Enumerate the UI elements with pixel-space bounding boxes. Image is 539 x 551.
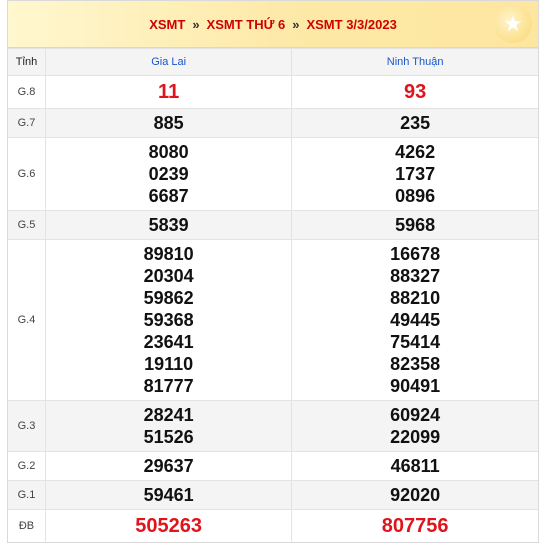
breadcrumb: XSMT » XSMT THỨ 6 » XSMT 3/3/2023 ★ — [8, 1, 538, 48]
table-row: G.8 11 93 — [8, 75, 538, 109]
prize-number: 8080 — [148, 142, 189, 162]
prize-cell: 505263 — [45, 509, 293, 542]
prize-number: 505263 — [135, 515, 202, 537]
province-header-gia-lai[interactable]: Gia Lai — [45, 48, 293, 76]
prize-cell: 29637 — [45, 451, 293, 481]
breadcrumb-day-link[interactable]: XSMT THỨ 6 — [207, 17, 286, 32]
table-row: G.3 28241 51526 60924 22099 — [8, 400, 538, 452]
table-row: G.5 5839 5968 — [8, 210, 538, 240]
prize-number: 23641 — [143, 332, 194, 352]
prize-cell: 5839 — [45, 210, 293, 240]
prize-label: G.5 — [8, 210, 46, 240]
prize-number: 88327 — [390, 266, 441, 286]
prize-cell: 5968 — [291, 210, 538, 240]
table-row: G.2 29637 46811 — [8, 451, 538, 481]
prize-cell: 93 — [291, 75, 538, 109]
prize-cell: 885 — [45, 108, 293, 138]
table-row: ĐB 505263 807756 — [8, 509, 538, 542]
prize-cell: 235 — [291, 108, 538, 138]
prize-cell: 60924 22099 — [291, 400, 538, 452]
prize-number: 11 — [158, 81, 180, 103]
prize-number: 46811 — [390, 456, 440, 476]
prize-label: G.7 — [8, 108, 46, 138]
prize-number: 5839 — [148, 215, 189, 235]
prize-number: 92020 — [390, 485, 441, 505]
star-icon: ★ — [494, 5, 532, 43]
prize-number: 235 — [400, 113, 431, 133]
prize-number: 20304 — [143, 266, 194, 286]
prize-number: 59368 — [143, 310, 194, 330]
prize-number: 82358 — [390, 354, 441, 374]
prize-number: 5968 — [395, 215, 436, 235]
prize-number: 75414 — [390, 332, 441, 352]
prize-label: G.6 — [8, 137, 46, 211]
prize-label: G.1 — [8, 480, 46, 510]
prize-number: 60924 — [390, 405, 441, 425]
prize-number: 16678 — [390, 244, 441, 264]
prize-number: 4262 — [395, 142, 436, 162]
breadcrumb-date-link[interactable]: XSMT 3/3/2023 — [306, 17, 396, 32]
label-header: Tỉnh — [8, 48, 46, 76]
breadcrumb-xsmt-link[interactable]: XSMT — [149, 17, 185, 32]
table-row: G.1 59461 92020 — [8, 480, 538, 510]
prize-label: ĐB — [8, 509, 46, 542]
prize-cell: 28241 51526 — [45, 400, 293, 452]
prize-cell: 89810 20304 59862 59368 23641 19110 81777 — [45, 239, 293, 401]
table-row: G.4 89810 20304 59862 59368 23641 19110 81777 16… — [8, 239, 538, 401]
prize-number: 51526 — [143, 427, 194, 447]
prize-label: G.4 — [8, 239, 46, 401]
prize-label: G.8 — [8, 75, 46, 109]
prize-cell: 807756 — [291, 509, 538, 542]
prize-number: 29637 — [143, 456, 194, 476]
prize-number: 19110 — [144, 354, 194, 374]
prize-number: 6687 — [148, 186, 189, 206]
table-row: G.7 885 235 — [8, 108, 538, 138]
province-header-ninh-thuan[interactable]: Ninh Thuận — [291, 48, 538, 76]
results-table: Tỉnh Gia Lai Ninh Thuận G.8 11 93 G.7 885 235… — [8, 48, 538, 542]
prize-number: 93 — [404, 81, 427, 103]
prize-cell: 46811 — [291, 451, 538, 481]
table-header-row: Tỉnh Gia Lai Ninh Thuận — [8, 48, 538, 76]
breadcrumb-separator: » — [192, 16, 200, 32]
prize-cell: 16678 88327 88210 49445 75414 82358 90491 — [291, 239, 538, 401]
prize-cell: 8080 0239 6687 — [45, 137, 293, 211]
prize-label: G.2 — [8, 451, 46, 481]
breadcrumb-separator: » — [292, 16, 300, 32]
prize-number: 807756 — [381, 515, 449, 537]
prize-cell: 92020 — [291, 480, 538, 510]
prize-cell: 4262 1737 0896 — [291, 137, 538, 211]
prize-number: 885 — [153, 113, 184, 133]
prize-number: 59461 — [143, 485, 194, 505]
prize-label: G.3 — [8, 400, 46, 452]
prize-number: 81777 — [143, 376, 194, 396]
table-row: G.6 8080 0239 6687 4262 1737 0896 — [8, 137, 538, 211]
prize-number: 28241 — [143, 405, 194, 425]
prize-cell: 11 — [45, 75, 293, 109]
prize-number: 90491 — [390, 376, 441, 396]
results-table-container: XSMT » XSMT THỨ 6 » XSMT 3/3/2023 ★ Tỉnh… — [7, 0, 539, 543]
prize-number: 22099 — [390, 427, 441, 447]
prize-number: 0896 — [395, 186, 436, 206]
prize-number: 1737 — [395, 164, 436, 184]
prize-number: 88210 — [390, 288, 441, 308]
prize-number: 49445 — [390, 310, 441, 330]
prize-number: 0239 — [148, 164, 189, 184]
prize-number: 89810 — [143, 244, 194, 264]
prize-cell: 59461 — [45, 480, 293, 510]
prize-number: 59862 — [143, 288, 194, 308]
